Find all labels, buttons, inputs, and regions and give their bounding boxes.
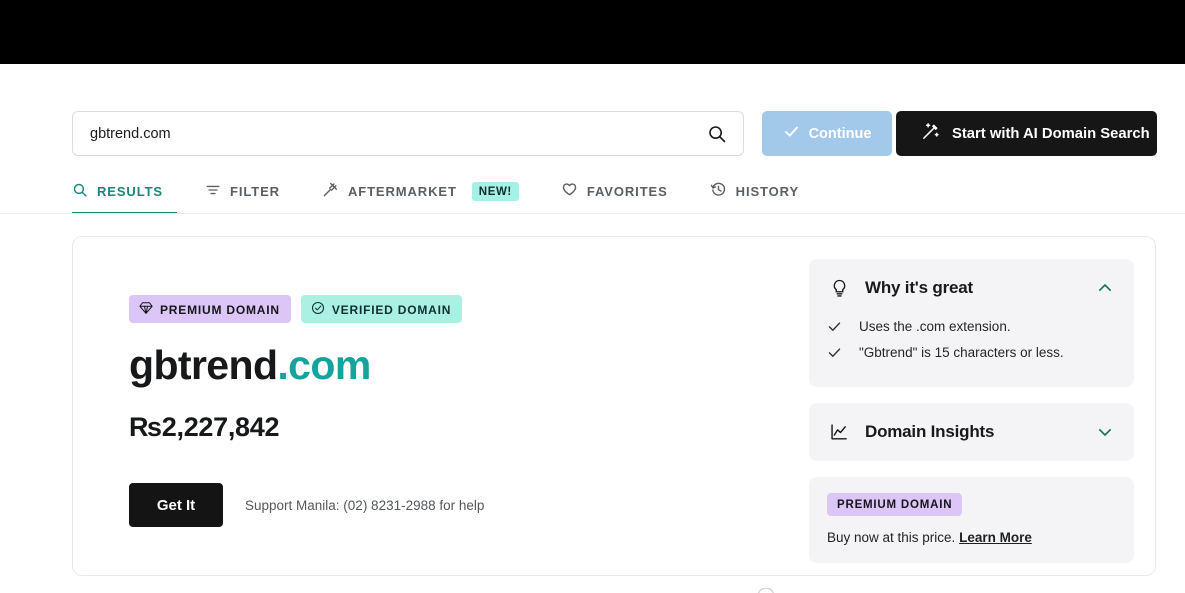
diamond-icon bbox=[139, 301, 153, 318]
tab-aftermarket-label: AFTERMARKET bbox=[347, 183, 457, 199]
top-black-bar bbox=[0, 0, 1185, 64]
domain-price: ₨2,227,842 bbox=[129, 412, 280, 442]
nav-tabs: RESULTS FILTER AFTERMARKET NEW! FAVORITE… bbox=[72, 168, 1157, 214]
search-icon bbox=[72, 182, 88, 201]
tab-results-label: RESULTS bbox=[97, 183, 164, 199]
info-panels: Why it's great Uses the .com extension. … bbox=[809, 259, 1134, 563]
premium-domain-badge: PREMIUM DOMAIN bbox=[129, 295, 291, 323]
domain-details: PREMIUM DOMAIN VERIFIED DOMAIN gbtrend.c… bbox=[129, 295, 789, 527]
tab-favorites-label: FAVORITES bbox=[586, 183, 668, 199]
premium-note-badge: PREMIUM DOMAIN bbox=[827, 493, 963, 516]
chevron-down-icon[interactable] bbox=[1096, 423, 1114, 441]
tab-filter-label: FILTER bbox=[230, 183, 280, 199]
tabs-divider bbox=[0, 213, 1185, 214]
search-icon[interactable] bbox=[707, 124, 727, 144]
list-item: "Gbtrend" is 15 characters or less. bbox=[827, 343, 1114, 365]
why-its-great-panel: Why it's great Uses the .com extension. … bbox=[809, 259, 1134, 387]
premium-note-copy: Buy now at this price. bbox=[827, 530, 956, 545]
verified-domain-badge: VERIFIED DOMAIN bbox=[300, 295, 463, 323]
search-input[interactable] bbox=[90, 118, 690, 149]
check-icon bbox=[783, 123, 800, 144]
tab-history-label: HISTORY bbox=[735, 183, 800, 199]
why-its-great-body: Uses the .com extension. "Gbtrend" is 15… bbox=[809, 317, 1134, 387]
lightbulb-icon bbox=[827, 278, 851, 299]
premium-note-text: Buy now at this price. Learn More bbox=[827, 530, 1116, 545]
why-great-bullet-2: "Gbtrend" is 15 characters or less. bbox=[859, 345, 1064, 360]
ai-domain-search-button[interactable]: Start with AI Domain Search bbox=[896, 111, 1157, 156]
verified-domain-badge-label: VERIFIED DOMAIN bbox=[331, 302, 452, 317]
page-root: Continue Start with AI Domain Search bbox=[0, 0, 1185, 593]
support-text: Support Manila: (02) 8231-2988 for help bbox=[245, 497, 485, 513]
filter-icon bbox=[205, 182, 221, 201]
domain-badges: PREMIUM DOMAIN VERIFIED DOMAIN bbox=[129, 295, 789, 323]
purchase-row: Get It Support Manila: (02) 8231-2988 fo… bbox=[129, 483, 789, 527]
tab-favorites[interactable]: FAVORITES bbox=[547, 168, 682, 214]
ai-domain-search-label: Start with AI Domain Search bbox=[952, 125, 1150, 142]
magic-wand-icon bbox=[920, 121, 941, 146]
domain-insights-header[interactable]: Domain Insights bbox=[809, 403, 1134, 461]
list-item: Uses the .com extension. bbox=[827, 317, 1114, 339]
why-its-great-header[interactable]: Why it's great bbox=[809, 259, 1134, 317]
tab-history[interactable]: HISTORY bbox=[696, 168, 813, 214]
check-circle-icon bbox=[311, 301, 325, 318]
tab-filter[interactable]: FILTER bbox=[191, 168, 294, 214]
domain-insights-panel: Domain Insights bbox=[809, 403, 1134, 461]
clock-history-icon bbox=[710, 181, 727, 201]
gavel-icon bbox=[322, 181, 339, 201]
new-badge: NEW! bbox=[471, 181, 519, 201]
continue-button[interactable]: Continue bbox=[762, 111, 892, 156]
page-bottom-partial-element bbox=[756, 585, 776, 593]
check-icon bbox=[827, 317, 843, 339]
line-chart-icon bbox=[827, 422, 851, 443]
premium-note-panel: PREMIUM DOMAIN Buy now at this price. Le… bbox=[809, 477, 1134, 563]
chevron-up-icon[interactable] bbox=[1096, 279, 1114, 297]
domain-result-card: PREMIUM DOMAIN VERIFIED DOMAIN gbtrend.c… bbox=[72, 236, 1156, 576]
domain-sld: gbtrend bbox=[129, 342, 278, 388]
tab-aftermarket[interactable]: AFTERMARKET NEW! bbox=[308, 168, 533, 214]
check-icon bbox=[827, 343, 843, 365]
domain-tld: .com bbox=[277, 342, 371, 388]
search-row: Continue Start with AI Domain Search bbox=[72, 111, 1157, 157]
learn-more-link[interactable]: Learn More bbox=[959, 530, 1032, 545]
why-great-bullet-1: Uses the .com extension. bbox=[859, 319, 1011, 334]
get-it-button[interactable]: Get It bbox=[129, 483, 223, 527]
premium-domain-badge-label: PREMIUM DOMAIN bbox=[160, 302, 280, 317]
domain-name: gbtrend.com bbox=[129, 345, 789, 386]
tab-results[interactable]: RESULTS bbox=[72, 168, 178, 214]
why-its-great-title: Why it's great bbox=[865, 278, 973, 297]
continue-button-label: Continue bbox=[808, 125, 872, 142]
search-box[interactable] bbox=[72, 111, 744, 156]
heart-icon bbox=[561, 181, 578, 201]
domain-insights-title: Domain Insights bbox=[865, 422, 995, 441]
